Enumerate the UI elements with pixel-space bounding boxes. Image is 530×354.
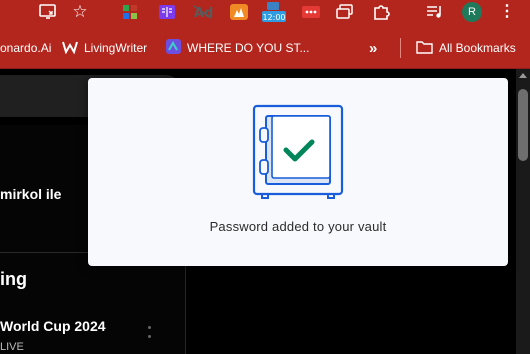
extension-book-icon[interactable] (156, 2, 178, 22)
extension-calendar-icon[interactable]: 12:00 (260, 2, 288, 22)
puzzle-icon[interactable] (370, 2, 392, 22)
bookmark-star-icon[interactable]: ☆ (70, 2, 90, 22)
extension-stack-icon[interactable] (334, 2, 356, 22)
live-badge: LIVE (0, 341, 24, 353)
all-bookmarks-label: All Bookmarks (439, 41, 516, 55)
badge-time: 12:00 (262, 13, 285, 22)
kebab-menu-icon[interactable]: ⋮ (499, 2, 515, 22)
bookmark-label: onardo.Ai (0, 41, 52, 55)
scroll-thumb[interactable] (518, 89, 528, 161)
scrollbar[interactable] (516, 69, 530, 354)
password-saved-popup: Password added to your vault (88, 78, 508, 266)
vault-check-icon (250, 104, 346, 205)
list-item-title[interactable]: World Cup 2024 (0, 318, 106, 334)
extension-fire-icon[interactable] (227, 2, 251, 22)
indicator-dot (148, 335, 151, 338)
browser-toolbar: ☆ Ad 12:00 R ⋮ (0, 0, 530, 26)
app-logo-icon (166, 39, 181, 57)
extension-pinwheel-icon[interactable] (120, 2, 140, 22)
section-heading: ing (0, 269, 27, 289)
all-bookmarks-button[interactable]: All Bookmarks (416, 39, 516, 57)
livingwriter-logo-icon (62, 40, 78, 57)
bookmarks-bar: onardo.Ai LivingWriter WHERE DO YOU ST..… (0, 26, 530, 69)
list-item-title[interactable]: mirkol ile (0, 186, 61, 202)
popup-message: Password added to your vault (209, 219, 387, 234)
bookmark-livingwriter[interactable]: LivingWriter (62, 39, 147, 57)
indicator-dot (148, 326, 151, 329)
media-control-icon[interactable] (424, 2, 446, 22)
cast-icon[interactable] (38, 2, 58, 22)
bookmark-leonardo[interactable]: onardo.Ai (0, 39, 51, 57)
bookmark-label: LivingWriter (84, 41, 148, 55)
extension-dots-icon[interactable] (300, 2, 322, 22)
bookmarks-divider (400, 38, 401, 58)
profile-avatar[interactable]: R (462, 2, 482, 22)
folder-icon (416, 40, 433, 57)
bookmark-where-do-you-stand[interactable]: WHERE DO YOU ST... (166, 39, 309, 57)
scroll-up-arrow-icon[interactable] (519, 73, 527, 78)
more-bookmarks-chevron[interactable]: » (369, 39, 377, 57)
bookmark-label: WHERE DO YOU ST... (187, 41, 310, 55)
extension-ad-icon[interactable]: Ad (191, 2, 215, 22)
